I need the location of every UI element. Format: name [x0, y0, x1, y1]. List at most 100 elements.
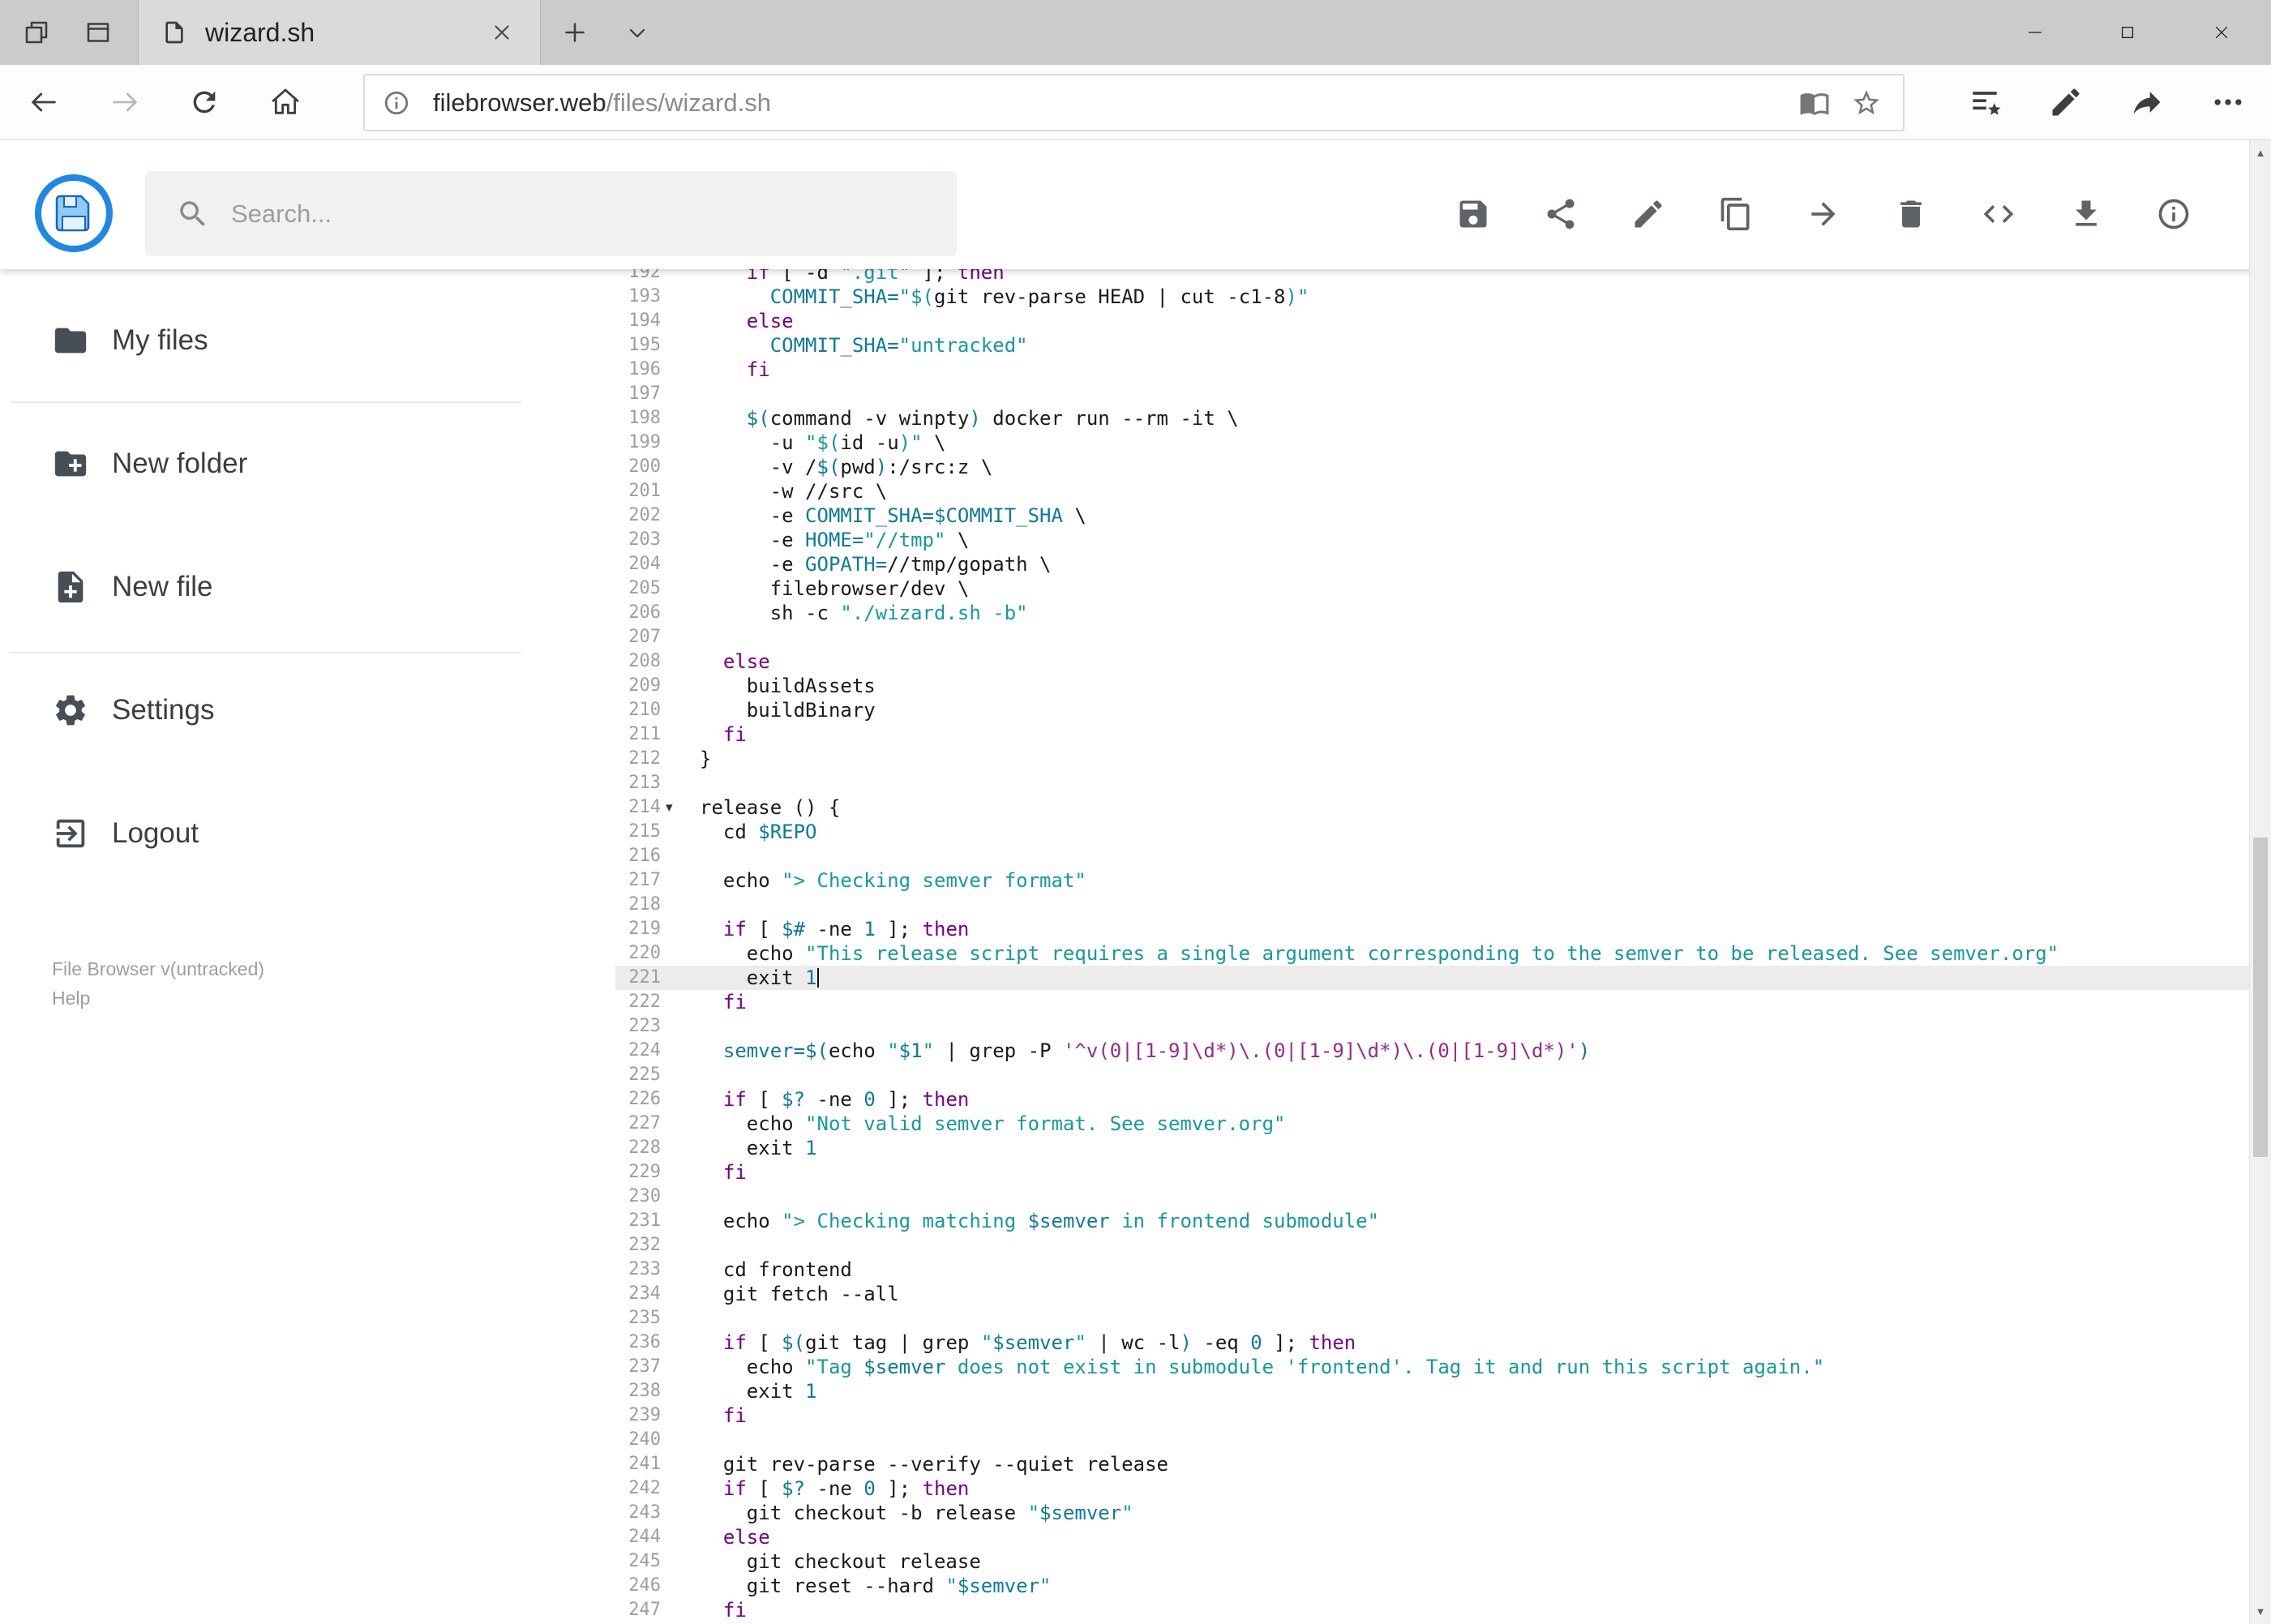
- rename-icon[interactable]: [1630, 196, 1666, 232]
- more-menu-icon[interactable]: [2210, 84, 2246, 120]
- info-icon[interactable]: [2156, 196, 2192, 232]
- code-line[interactable]: 209 buildAssets: [615, 674, 2249, 698]
- code-line[interactable]: 239 fi: [615, 1403, 2249, 1428]
- scrollbar-thumb[interactable]: [2253, 838, 2268, 1157]
- code-line[interactable]: 231 echo "> Checking matching $semver in…: [615, 1209, 2249, 1233]
- code-editor[interactable]: 192 if [ -d ".git" ]; then 193 COMMIT_SHA…: [615, 269, 2249, 1624]
- code-line[interactable]: 247 fi: [615, 1598, 2249, 1622]
- code-line[interactable]: 211 fi: [615, 722, 2249, 747]
- delete-icon[interactable]: [1893, 196, 1929, 232]
- code-line[interactable]: 213: [615, 771, 2249, 795]
- filebrowser-logo[interactable]: [33, 173, 114, 254]
- code-line[interactable]: 195 COMMIT_SHA="untracked": [615, 333, 2249, 358]
- code-line[interactable]: 199 -u "$(id -u)" \: [615, 431, 2249, 455]
- code-line[interactable]: 225: [615, 1063, 2249, 1087]
- code-line[interactable]: 238 exit 1: [615, 1379, 2249, 1403]
- code-line[interactable]: 234 git fetch --all: [615, 1282, 2249, 1306]
- code-line[interactable]: 214 ▾ release () {: [615, 795, 2249, 820]
- favorite-star-icon[interactable]: [1851, 88, 1882, 118]
- code-line[interactable]: 232: [615, 1233, 2249, 1258]
- new-tab-icon[interactable]: [560, 18, 589, 47]
- help-link[interactable]: Help: [52, 983, 264, 1013]
- home-button[interactable]: [269, 86, 302, 118]
- code-line[interactable]: 201 -w //src \: [615, 479, 2249, 503]
- sidebar-item-settings[interactable]: Settings: [0, 649, 525, 772]
- set-tabs-aside-icon[interactable]: [22, 18, 51, 47]
- address-bar[interactable]: filebrowser.web/files/wizard.sh: [363, 74, 1905, 131]
- code-line[interactable]: 236 if [ $(git tag | grep "$semver" | wc…: [615, 1330, 2249, 1355]
- tab-close-icon[interactable]: [490, 20, 514, 45]
- code-line[interactable]: 241 git rev-parse --verify --quiet relea…: [615, 1452, 2249, 1476]
- code-line[interactable]: 200 -v /$(pwd):/src:z \: [615, 455, 2249, 479]
- search-bar[interactable]: [145, 171, 957, 256]
- code-line[interactable]: 205 filebrowser/dev \: [615, 576, 2249, 601]
- page-scrollbar[interactable]: ▲ ▼: [2249, 140, 2271, 1624]
- code-line[interactable]: 215 cd $REPO: [615, 820, 2249, 844]
- sidebar-item-logout[interactable]: Logout: [0, 772, 525, 895]
- scrollbar-down-icon[interactable]: ▼: [2250, 1605, 2271, 1618]
- code-line[interactable]: 208 else: [615, 649, 2249, 674]
- minimize-button[interactable]: [2026, 24, 2044, 41]
- code-line[interactable]: 197: [615, 382, 2249, 406]
- code-line[interactable]: 220 echo "This release script requires a…: [615, 941, 2249, 966]
- code-line[interactable]: 243 git checkout -b release "$semver": [615, 1501, 2249, 1525]
- maximize-button[interactable]: [2119, 24, 2136, 41]
- code-line[interactable]: 203 -e HOME="//tmp" \: [615, 528, 2249, 552]
- hub-favorites-icon[interactable]: [1967, 84, 2003, 120]
- tabs-preview-icon[interactable]: [84, 18, 113, 47]
- tab-preview-chevron-icon[interactable]: [624, 20, 650, 46]
- code-line[interactable]: 219 if [ $# -ne 1 ]; then: [615, 917, 2249, 941]
- code-line[interactable]: 204 -e GOPATH=//tmp/gopath \: [615, 552, 2249, 576]
- copy-icon[interactable]: [1718, 196, 1754, 232]
- code-line[interactable]: 218: [615, 893, 2249, 917]
- share-icon[interactable]: [2129, 84, 2165, 120]
- code-line[interactable]: 223: [615, 1014, 2249, 1039]
- download-icon[interactable]: [2068, 196, 2104, 232]
- code-line[interactable]: 194 else: [615, 309, 2249, 333]
- code-line[interactable]: 198 $(command -v winpty) docker run --rm…: [615, 406, 2249, 431]
- share-file-icon[interactable]: [1543, 196, 1579, 232]
- code-line[interactable]: 217 echo "> Checking semver format": [615, 868, 2249, 893]
- code-line[interactable]: 227 echo "Not valid semver format. See s…: [615, 1112, 2249, 1136]
- code-line[interactable]: 237 echo "Tag $semver does not exist in …: [615, 1355, 2249, 1379]
- code-line[interactable]: 216: [615, 844, 2249, 868]
- code-line[interactable]: 226 if [ $? -ne 0 ]; then: [615, 1087, 2249, 1112]
- code-line[interactable]: 246 git reset --hard "$semver": [615, 1574, 2249, 1598]
- site-info-icon[interactable]: [383, 89, 410, 117]
- code-line[interactable]: 224 semver=$(echo "$1" | grep -P '^v(0|[…: [615, 1039, 2249, 1063]
- refresh-button[interactable]: [188, 86, 221, 118]
- code-line[interactable]: 222 fi: [615, 990, 2249, 1014]
- code-line[interactable]: 242 if [ $? -ne 0 ]; then: [615, 1476, 2249, 1501]
- code-line[interactable]: 192 if [ -d ".git" ]; then: [615, 269, 2249, 285]
- sidebar-item-new-folder[interactable]: New folder: [0, 402, 525, 525]
- web-note-icon[interactable]: [2048, 84, 2084, 120]
- raw-code-icon[interactable]: [1981, 196, 2016, 232]
- close-button[interactable]: [2213, 24, 2230, 41]
- code-line[interactable]: 229 fi: [615, 1160, 2249, 1185]
- scrollbar-up-icon[interactable]: ▲: [2250, 147, 2271, 159]
- code-line[interactable]: 233 cd frontend: [615, 1258, 2249, 1282]
- code-line[interactable]: 196 fi: [615, 358, 2249, 382]
- code-line[interactable]: 193 COMMIT_SHA="$(git rev-parse HEAD | c…: [615, 285, 2249, 309]
- move-icon[interactable]: [1806, 196, 1841, 232]
- code-line[interactable]: 245 git checkout release: [615, 1549, 2249, 1574]
- back-button[interactable]: [28, 86, 60, 118]
- code-line[interactable]: 244 else: [615, 1525, 2249, 1549]
- code-line[interactable]: 221 exit 1: [615, 966, 2249, 990]
- code-line[interactable]: 230: [615, 1185, 2249, 1209]
- code-line[interactable]: 240: [615, 1428, 2249, 1452]
- code-line[interactable]: 212}: [615, 747, 2249, 771]
- sidebar-item-my-files[interactable]: My files: [0, 279, 525, 402]
- sidebar-item-new-file[interactable]: New file: [0, 525, 525, 649]
- reading-view-icon[interactable]: [1799, 88, 1830, 118]
- save-icon[interactable]: [1455, 196, 1491, 232]
- code-line[interactable]: 235: [615, 1306, 2249, 1330]
- code-line[interactable]: 206 sh -c "./wizard.sh -b": [615, 601, 2249, 625]
- forward-button[interactable]: [109, 86, 141, 118]
- code-line[interactable]: 202 -e COMMIT_SHA=$COMMIT_SHA \: [615, 503, 2249, 528]
- code-line[interactable]: 210 buildBinary: [615, 698, 2249, 722]
- search-input[interactable]: [231, 199, 941, 229]
- fold-marker-icon[interactable]: ▾: [666, 795, 673, 820]
- code-line[interactable]: 228 exit 1: [615, 1136, 2249, 1160]
- browser-tab[interactable]: wizard.sh: [138, 0, 541, 65]
